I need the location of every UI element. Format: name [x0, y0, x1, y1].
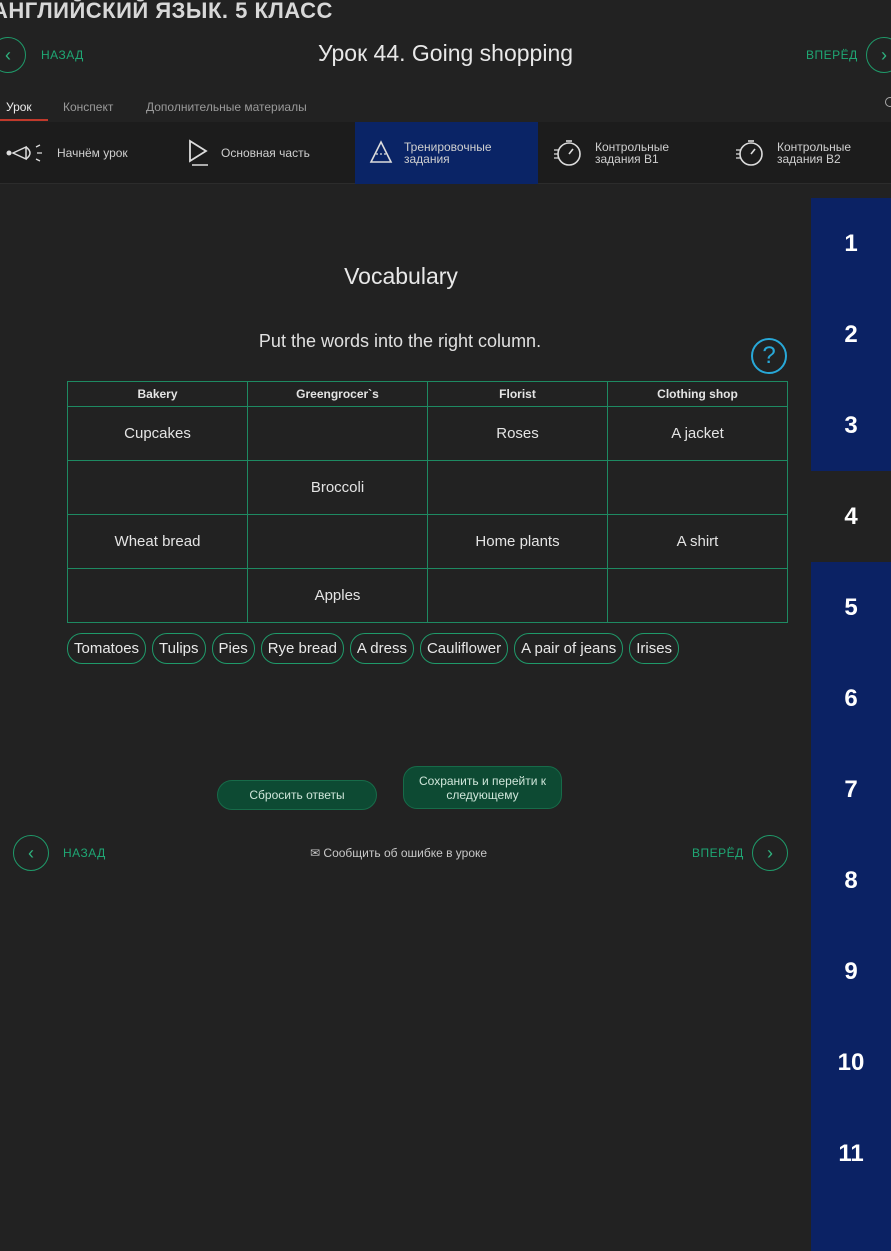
task-number[interactable]: 5 — [811, 562, 891, 653]
task-number[interactable]: 9 — [811, 926, 891, 1017]
section-label: Тренировочные задания — [404, 140, 492, 166]
lesson-title: Урок 44. Going shopping — [317, 40, 574, 66]
drop-cell[interactable]: Apples — [247, 568, 428, 623]
word-chip[interactable]: Rye bread — [260, 633, 344, 664]
chevron-right-icon: › — [767, 843, 773, 863]
save-and-next-button[interactable]: Сохранить и перейти к следующему — [403, 766, 562, 809]
envelope-icon: ✉ — [310, 846, 321, 860]
task-instruction: Put the words into the right column. — [258, 331, 542, 351]
section-main[interactable]: Основная часть — [188, 122, 348, 184]
spotlight-icon — [6, 144, 42, 162]
tab-lesson[interactable]: Урок — [6, 100, 32, 114]
task-number[interactable]: 2 — [811, 289, 891, 380]
table-row: Cupcakes Roses A jacket — [67, 406, 788, 461]
task-number-current[interactable]: 4 — [811, 471, 891, 562]
help-icon[interactable]: ? — [751, 338, 787, 374]
drop-cell[interactable]: Cupcakes — [67, 406, 248, 461]
drop-cell[interactable] — [247, 514, 428, 569]
section-start[interactable]: Начнём урок — [6, 122, 176, 184]
cone-icon — [369, 140, 393, 163]
word-chip[interactable]: A pair of jeans — [514, 633, 624, 664]
drop-cell[interactable] — [427, 460, 608, 515]
table-header-row: Bakery Greengrocer`s Florist Clothing sh… — [67, 381, 788, 407]
play-icon — [189, 139, 208, 166]
drop-cell[interactable] — [67, 568, 248, 623]
course-title: АНГЛИЙСКИЙ ЯЗЫК. 5 КЛАСС — [0, 0, 333, 23]
sorting-table: Bakery Greengrocer`s Florist Clothing sh… — [67, 381, 788, 623]
drop-cell[interactable]: Home plants — [427, 514, 608, 569]
back-label-bottom[interactable]: НАЗАД — [63, 846, 106, 860]
task-number-rail: 1 2 3 4 5 6 7 8 9 10 11 12 — [811, 198, 891, 1251]
drop-cell[interactable] — [247, 406, 428, 461]
task-heading: Vocabulary — [344, 263, 458, 289]
column-header: Greengrocer`s — [247, 381, 428, 407]
column-header: Florist — [427, 381, 608, 407]
section-label: Контрольные задания В1 — [595, 140, 670, 166]
report-error-link[interactable]: ✉ Сообщить об ошибке в уроке — [310, 846, 487, 860]
section-training[interactable]: Тренировочные задания — [355, 122, 538, 184]
word-bank: Tomatoes Tulips Pies Rye bread A dress C… — [67, 633, 680, 664]
stopwatch-icon — [736, 140, 763, 166]
drop-cell[interactable]: Broccoli — [247, 460, 428, 515]
task-number[interactable]: 3 — [811, 380, 891, 471]
search-icon[interactable] — [885, 97, 891, 107]
task-number[interactable]: 6 — [811, 653, 891, 744]
forward-label-bottom[interactable]: ВПЕРЁД — [692, 846, 744, 860]
drop-cell[interactable]: Roses — [427, 406, 608, 461]
back-button-bottom[interactable]: ‹ — [13, 835, 49, 871]
stopwatch-icon — [554, 140, 581, 166]
drop-cell[interactable] — [427, 568, 608, 623]
drop-cell[interactable]: A jacket — [607, 406, 788, 461]
word-chip[interactable]: Tomatoes — [67, 633, 147, 664]
tab-extra-materials[interactable]: Дополнительные материалы — [146, 100, 307, 114]
section-label: Основная часть — [221, 146, 310, 160]
section-control-b1[interactable]: Контрольные задания В1 — [553, 122, 723, 184]
task-number[interactable]: 7 — [811, 744, 891, 835]
word-chip[interactable]: Tulips — [152, 633, 206, 664]
word-chip[interactable]: Irises — [629, 633, 680, 664]
chevron-left-icon: ‹ — [28, 843, 34, 863]
drop-cell[interactable] — [607, 460, 788, 515]
chevron-right-icon: › — [881, 45, 887, 65]
task-number[interactable]: 10 — [811, 1017, 891, 1108]
section-label: Начнём урок — [57, 146, 128, 160]
drop-cell[interactable]: A shirt — [607, 514, 788, 569]
forward-label-top[interactable]: ВПЕРЁД — [806, 48, 858, 62]
active-tab-underline — [0, 119, 48, 121]
word-chip[interactable]: Pies — [211, 633, 255, 664]
drop-cell[interactable]: Wheat bread — [67, 514, 248, 569]
word-chip[interactable]: A dress — [349, 633, 414, 664]
section-control-b2[interactable]: Контрольные задания В2 — [735, 122, 885, 184]
report-error-label: Сообщить об ошибке в уроке — [323, 846, 488, 860]
table-row: Broccoli — [67, 460, 788, 515]
column-header: Bakery — [67, 381, 248, 407]
task-number[interactable]: 12 — [811, 1199, 891, 1251]
forward-button-bottom[interactable]: › — [752, 835, 788, 871]
column-header: Clothing shop — [607, 381, 788, 407]
drop-cell[interactable] — [67, 460, 248, 515]
tab-notes[interactable]: Конспект — [63, 100, 113, 114]
section-bar: Начнём урок Основная часть Тренировочные… — [0, 122, 891, 184]
word-chip[interactable]: Cauliflower — [419, 633, 509, 664]
section-label: Контрольные задания В2 — [777, 140, 852, 166]
reset-answers-button[interactable]: Сбросить ответы — [217, 780, 377, 810]
task-number[interactable]: 1 — [811, 198, 891, 289]
task-number[interactable]: 8 — [811, 835, 891, 926]
table-row: Wheat bread Home plants A shirt — [67, 514, 788, 569]
forward-button-top[interactable]: › — [866, 37, 891, 73]
table-row: Apples — [67, 568, 788, 623]
task-number[interactable]: 11 — [811, 1108, 891, 1199]
drop-cell[interactable] — [607, 568, 788, 623]
